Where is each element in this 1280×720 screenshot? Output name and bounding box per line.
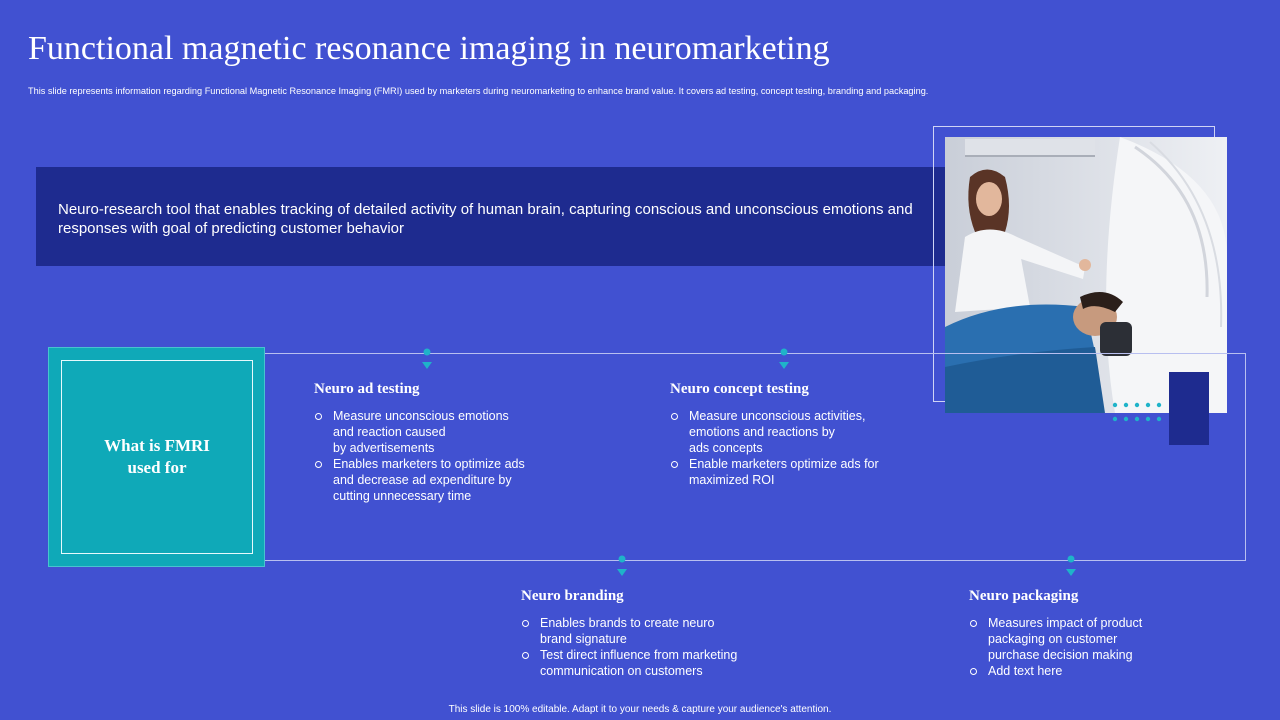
page-title: Functional magnetic resonance imaging in… — [28, 30, 830, 67]
fmri-center-box: What is FMRI used for — [48, 347, 265, 567]
fmri-inner-frame: What is FMRI used for — [61, 360, 253, 554]
section-branding: Neuro branding Enables brands to create … — [521, 588, 781, 679]
marker-concept-testing — [779, 348, 789, 369]
bullet-item: Measure unconscious emotions and reactio… — [314, 408, 574, 456]
bullet-list: Measure unconscious activities, emotions… — [670, 408, 930, 488]
marker-packaging — [1066, 555, 1076, 576]
bullet-item: Enables brands to create neuro brand sig… — [521, 615, 781, 647]
bullet-item: Test direct influence from marketing com… — [521, 647, 781, 679]
section-title: Neuro branding — [521, 588, 624, 604]
section-title: Neuro packaging — [969, 588, 1079, 604]
bullet-item: Measure unconscious activities, emotions… — [670, 408, 930, 456]
bullet-item: Enable marketers optimize ads for maximi… — [670, 456, 930, 488]
definition-banner: Neuro-research tool that enables trackin… — [36, 167, 946, 266]
section-title: Neuro concept testing — [670, 381, 809, 397]
marker-branding — [617, 555, 627, 576]
page-subtitle: This slide represents information regard… — [28, 86, 929, 96]
section-title: Neuro ad testing — [314, 381, 420, 397]
marker-ad-testing — [422, 348, 432, 369]
fmri-label: What is FMRI used for — [104, 436, 210, 477]
section-concept-testing: Neuro concept testing Measure unconsciou… — [670, 381, 930, 488]
bullet-item: Add text here — [969, 663, 1229, 679]
section-ad-testing: Neuro ad testing Measure unconscious emo… — [314, 381, 574, 504]
bullet-item: Enables marketers to optimize ads and de… — [314, 456, 574, 504]
definition-text: Neuro-research tool that enables trackin… — [58, 201, 913, 237]
bullet-list: Enables brands to create neuro brand sig… — [521, 615, 781, 679]
bullet-list: Measures impact of product packaging on … — [969, 615, 1229, 679]
bullet-list: Measure unconscious emotions and reactio… — [314, 408, 574, 504]
bullet-item: Measures impact of product packaging on … — [969, 615, 1229, 663]
footer-note: This slide is 100% editable. Adapt it to… — [448, 704, 832, 715]
section-packaging: Neuro packaging Measures impact of produ… — [969, 588, 1229, 679]
